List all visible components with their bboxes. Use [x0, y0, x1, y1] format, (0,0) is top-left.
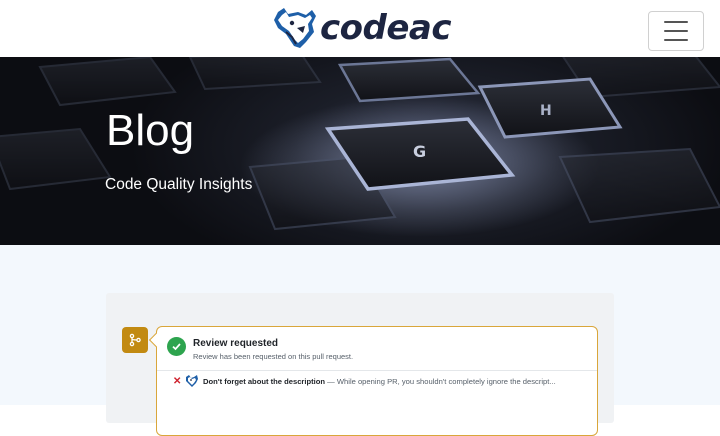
- review-title: Review requested: [193, 338, 279, 349]
- brand-name: codeac: [320, 8, 452, 48]
- hamburger-bar: [664, 30, 688, 32]
- issue-title: Don't forget about the description: [203, 376, 326, 386]
- blog-post-card[interactable]: Review requested Review has been request…: [106, 293, 614, 436]
- review-issue-text: Don't forget about the description — Whi…: [203, 377, 587, 386]
- git-pull-request-icon: [122, 327, 148, 353]
- review-issue-row[interactable]: ✕ Don't forget about the description — W…: [157, 371, 597, 391]
- page-title: Blog: [106, 106, 195, 155]
- hamburger-menu-button[interactable]: [648, 11, 704, 51]
- issue-detail: — While opening PR, you shouldn't comple…: [325, 376, 556, 386]
- key-g-label: G: [413, 142, 426, 161]
- brand-logo[interactable]: codeac: [272, 6, 452, 50]
- key-h-label: H: [540, 103, 552, 119]
- hamburger-menu-icon: [664, 21, 688, 23]
- hamburger-bar: [664, 39, 688, 41]
- page-subtitle: Code Quality Insights: [105, 176, 253, 193]
- x-icon: ✕: [173, 375, 182, 387]
- codeac-bot-icon: [186, 375, 198, 387]
- top-navbar: codeac: [0, 0, 720, 57]
- review-requested-panel: Review requested Review has been request…: [156, 326, 598, 436]
- check-circle-icon: [167, 337, 186, 356]
- hero-banner: G H Blog Code Quality Insights: [0, 57, 720, 245]
- bear-head-logo-icon: [274, 8, 316, 48]
- review-description: Review has been requested on this pull r…: [193, 352, 354, 361]
- main-content: Review requested Review has been request…: [0, 245, 720, 436]
